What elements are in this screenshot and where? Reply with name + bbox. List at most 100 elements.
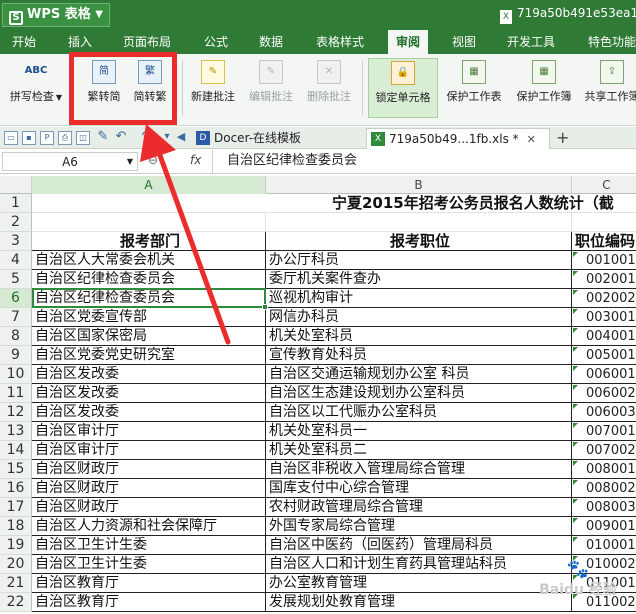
row-number[interactable]: 2	[0, 213, 32, 232]
menu-page-layout[interactable]: 页面布局	[123, 30, 171, 54]
protect-sheet-button[interactable]: ▦ 保护工作表	[442, 60, 506, 104]
menu-view[interactable]: 视图	[452, 30, 476, 54]
department-cell[interactable]: 自治区发改委	[32, 403, 266, 422]
position-cell[interactable]: 自治区交通运输规划办公室 科员	[266, 365, 572, 384]
position-cell[interactable]: 宣传教育处科员	[266, 346, 572, 365]
redo-icon[interactable]: ↷	[140, 130, 154, 145]
department-cell[interactable]: 自治区人力资源和社会保障厅	[32, 517, 266, 536]
menu-developer[interactable]: 开发工具	[507, 30, 555, 54]
position-cell[interactable]: 办公室教育管理	[266, 574, 572, 593]
row-number[interactable]: 10	[0, 365, 32, 384]
column-header-c[interactable]: C	[572, 176, 636, 194]
department-cell[interactable]: 自治区卫生计生委	[32, 536, 266, 555]
position-code-cell[interactable]: 006001	[572, 365, 636, 384]
traditional-to-simplified-button[interactable]: 简 繁转简	[82, 60, 126, 104]
position-code-cell[interactable]: 007002	[572, 441, 636, 460]
position-code-cell[interactable]: 004001	[572, 327, 636, 346]
row-number[interactable]: 9	[0, 346, 32, 365]
row-number[interactable]: 5	[0, 270, 32, 289]
menu-special-features[interactable]: 特色功能	[588, 30, 636, 54]
row-number[interactable]: 18	[0, 517, 32, 536]
position-cell[interactable]: 自治区非税收入管理局综合管理	[266, 460, 572, 479]
row-number[interactable]: 22	[0, 593, 32, 612]
position-code-cell[interactable]: 006003	[572, 403, 636, 422]
row-number[interactable]: 3	[0, 232, 32, 251]
menu-formulas[interactable]: 公式	[204, 30, 228, 54]
position-code-cell[interactable]: 008003	[572, 498, 636, 517]
position-code-cell[interactable]: 008002	[572, 479, 636, 498]
format-painter-icon[interactable]: ✎	[96, 130, 110, 145]
row-number[interactable]: 11	[0, 384, 32, 403]
print-preview-icon[interactable]: ◫	[76, 131, 90, 145]
department-cell[interactable]: 自治区财政厅	[32, 498, 266, 517]
row-number[interactable]: 12	[0, 403, 32, 422]
department-cell[interactable]: 自治区审计厅	[32, 441, 266, 460]
department-cell[interactable]: 自治区审计厅	[32, 422, 266, 441]
menu-insert[interactable]: 插入	[68, 30, 92, 54]
position-code-cell[interactable]: 002001	[572, 270, 636, 289]
row-number[interactable]: 20	[0, 555, 32, 574]
row-number[interactable]: 19	[0, 536, 32, 555]
row-number[interactable]: 21	[0, 574, 32, 593]
row-number[interactable]: 17	[0, 498, 32, 517]
menu-home[interactable]: 开始	[12, 30, 36, 54]
print-icon[interactable]: ⎙	[58, 131, 72, 145]
customize-toolbar-icon[interactable]: ▾	[160, 131, 174, 145]
column-title-code[interactable]: 职位编码	[572, 232, 636, 251]
row-number[interactable]: 16	[0, 479, 32, 498]
position-code-cell[interactable]: 002002	[572, 289, 636, 308]
department-cell[interactable]: 自治区财政厅	[32, 460, 266, 479]
chevron-down-icon[interactable]: ▼	[127, 153, 133, 171]
department-cell[interactable]: 自治区卫生计生委	[32, 555, 266, 574]
row-number[interactable]: 7	[0, 308, 32, 327]
tab-docer-templates[interactable]: D Docer-在线模板	[192, 128, 364, 149]
menu-review[interactable]: 审阅	[388, 30, 429, 54]
position-cell[interactable]: 国库支付中心综合管理	[266, 479, 572, 498]
department-cell[interactable]: 自治区教育厅	[32, 574, 266, 593]
row-number[interactable]: 15	[0, 460, 32, 479]
new-comment-button[interactable]: ✎ 新建批注	[187, 60, 239, 104]
department-cell[interactable]: 自治区纪律检查委员会	[32, 289, 266, 308]
department-cell[interactable]: 自治区发改委	[32, 384, 266, 403]
position-cell[interactable]: 自治区人口和计划生育药具管理站科员	[266, 555, 572, 574]
column-title-department[interactable]: 报考部门	[32, 232, 266, 251]
row-number[interactable]: 14	[0, 441, 32, 460]
row-number[interactable]: 1	[0, 194, 32, 213]
position-code-cell[interactable]: 007001	[572, 422, 636, 441]
undo-icon[interactable]: ↶	[114, 130, 128, 145]
position-cell[interactable]: 农村财政管理局综合管理	[266, 498, 572, 517]
department-cell[interactable]: 自治区人大常委会机关	[32, 251, 266, 270]
department-cell[interactable]: 自治区纪律检查委员会	[32, 270, 266, 289]
department-cell[interactable]: 自治区党委宣传部	[32, 308, 266, 327]
export-pdf-icon[interactable]: P	[40, 131, 54, 145]
position-code-cell[interactable]: 009001	[572, 517, 636, 536]
cell[interactable]	[572, 213, 636, 232]
column-title-position[interactable]: 报考职位	[266, 232, 572, 251]
department-cell[interactable]: 自治区财政厅	[32, 479, 266, 498]
position-cell[interactable]: 发展规划处教育管理	[266, 593, 572, 612]
chevron-down-icon[interactable]: ▼	[56, 93, 62, 102]
position-cell[interactable]: 外国专家局综合管理	[266, 517, 572, 536]
name-box[interactable]: A6 ▼	[2, 152, 138, 171]
position-code-cell[interactable]: 006002	[572, 384, 636, 403]
open-folder-icon[interactable]: ▭	[4, 131, 18, 145]
simplified-to-traditional-button[interactable]: 繁 简转繁	[128, 60, 172, 104]
position-cell[interactable]: 机关处室科员二	[266, 441, 572, 460]
lock-cell-button[interactable]: 🔒 锁定单元格	[368, 58, 438, 118]
zoom-icon[interactable]: ⊖	[148, 153, 158, 167]
department-cell[interactable]: 自治区发改委	[32, 365, 266, 384]
save-icon[interactable]: ▪	[22, 131, 36, 145]
spell-check-button[interactable]: ABC 拼写检查 ▼	[6, 60, 66, 104]
position-cell[interactable]: 自治区以工代赈办公室科员	[266, 403, 572, 422]
protect-workbook-button[interactable]: ▦ 保护工作簿	[512, 60, 576, 104]
tab-scroll-left-icon[interactable]: ◀	[174, 131, 188, 145]
position-cell[interactable]: 办公厅科员	[266, 251, 572, 270]
menu-table-style[interactable]: 表格样式	[316, 30, 364, 54]
row-number[interactable]: 8	[0, 327, 32, 346]
delete-comment-button[interactable]: ✕ 删除批注	[303, 60, 355, 104]
position-cell[interactable]: 委厅机关案件查办	[266, 270, 572, 289]
row-number[interactable]: 13	[0, 422, 32, 441]
new-tab-button[interactable]: +	[556, 127, 569, 148]
row-number[interactable]: 4	[0, 251, 32, 270]
position-code-cell[interactable]: 001001	[572, 251, 636, 270]
